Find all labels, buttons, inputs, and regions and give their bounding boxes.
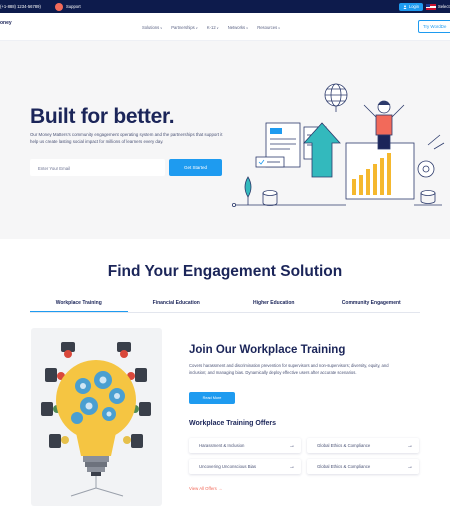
lightbulb-illustration [41, 342, 151, 497]
hero-title: Built for better. [30, 105, 175, 128]
section-title: Find Your Engagement Solution [107, 263, 343, 280]
top-bar: (+1-888) 1234-56789) Support Login Selec… [0, 0, 450, 13]
nav-item-networks[interactable]: Networks [228, 25, 248, 30]
workplace-training-title: Join Our Workplace Training [189, 344, 346, 356]
tab-higher-education[interactable]: Higher Education [225, 298, 323, 312]
phone-number[interactable]: (+1-888) 1234-56789) [0, 4, 41, 9]
arrow-right-icon: → [289, 463, 295, 470]
us-flag-icon[interactable] [426, 3, 436, 10]
hero-description: Our Money Matters’s community engagement… [30, 132, 223, 144]
hero-section: Built for better. Our Money Matters’s co… [0, 41, 450, 239]
offer-card[interactable]: Harassment & Inclusion → [189, 438, 301, 453]
tab-community-engagement[interactable]: Community Engagement [323, 298, 421, 312]
nav-item-k12[interactable]: K-12 [207, 25, 219, 30]
offer-card[interactable]: Global Ethics & Compliance → [307, 438, 419, 453]
hero-illustration [232, 83, 445, 207]
logo[interactable]: oney [0, 21, 12, 26]
headset-icon[interactable] [55, 2, 63, 11]
nav-item-resources[interactable]: Resources [257, 25, 280, 30]
nav-item-solutions[interactable]: Solutions [142, 25, 162, 30]
tabs-divider [30, 312, 420, 313]
user-icon [403, 4, 407, 9]
arrow-right-icon: → [407, 442, 413, 449]
arrow-right-icon: → [407, 463, 413, 470]
offer-card[interactable]: Uncovering Unconscious Bias → [189, 459, 301, 474]
offer-label: Harassment & Inclusion [199, 443, 245, 448]
engagement-tabs: Workplace Training Financial Education H… [30, 298, 420, 312]
workplace-training-description: Covers harassment and discrimination pre… [189, 363, 389, 375]
get-started-button[interactable]: Get Started [169, 159, 222, 176]
offer-card[interactable]: Global Ethics & Compliance → [307, 459, 419, 474]
login-button[interactable]: Login [399, 2, 423, 11]
arrow-right-icon: → [289, 442, 295, 449]
offer-label: Global Ethics & Compliance [317, 464, 371, 469]
offers-title: Workplace Training Offers [189, 420, 277, 427]
try-button[interactable]: Try WordDe [418, 20, 450, 33]
login-label: Login [408, 4, 420, 9]
read-more-button[interactable]: Read More [189, 392, 235, 404]
tab-financial-education[interactable]: Financial Education [128, 298, 226, 312]
support-link[interactable]: Support [66, 4, 81, 9]
language-select[interactable]: Select [438, 4, 450, 9]
offer-label: Uncovering Unconscious Bias [199, 464, 257, 469]
email-input[interactable]: Enter Your Email [30, 159, 165, 176]
tab-workplace-training[interactable]: Workplace Training [30, 298, 128, 312]
offer-label: Global Ethics & Compliance [317, 443, 371, 448]
main-navigation: oney Solutions Partnerships K-12 Network… [0, 13, 450, 41]
nav-menu: Solutions Partnerships K-12 Networks Res… [142, 25, 280, 30]
view-all-offers-link[interactable]: View All Offers → [189, 486, 222, 491]
workplace-training-image [31, 328, 162, 506]
nav-item-partnerships[interactable]: Partnerships [171, 25, 198, 30]
